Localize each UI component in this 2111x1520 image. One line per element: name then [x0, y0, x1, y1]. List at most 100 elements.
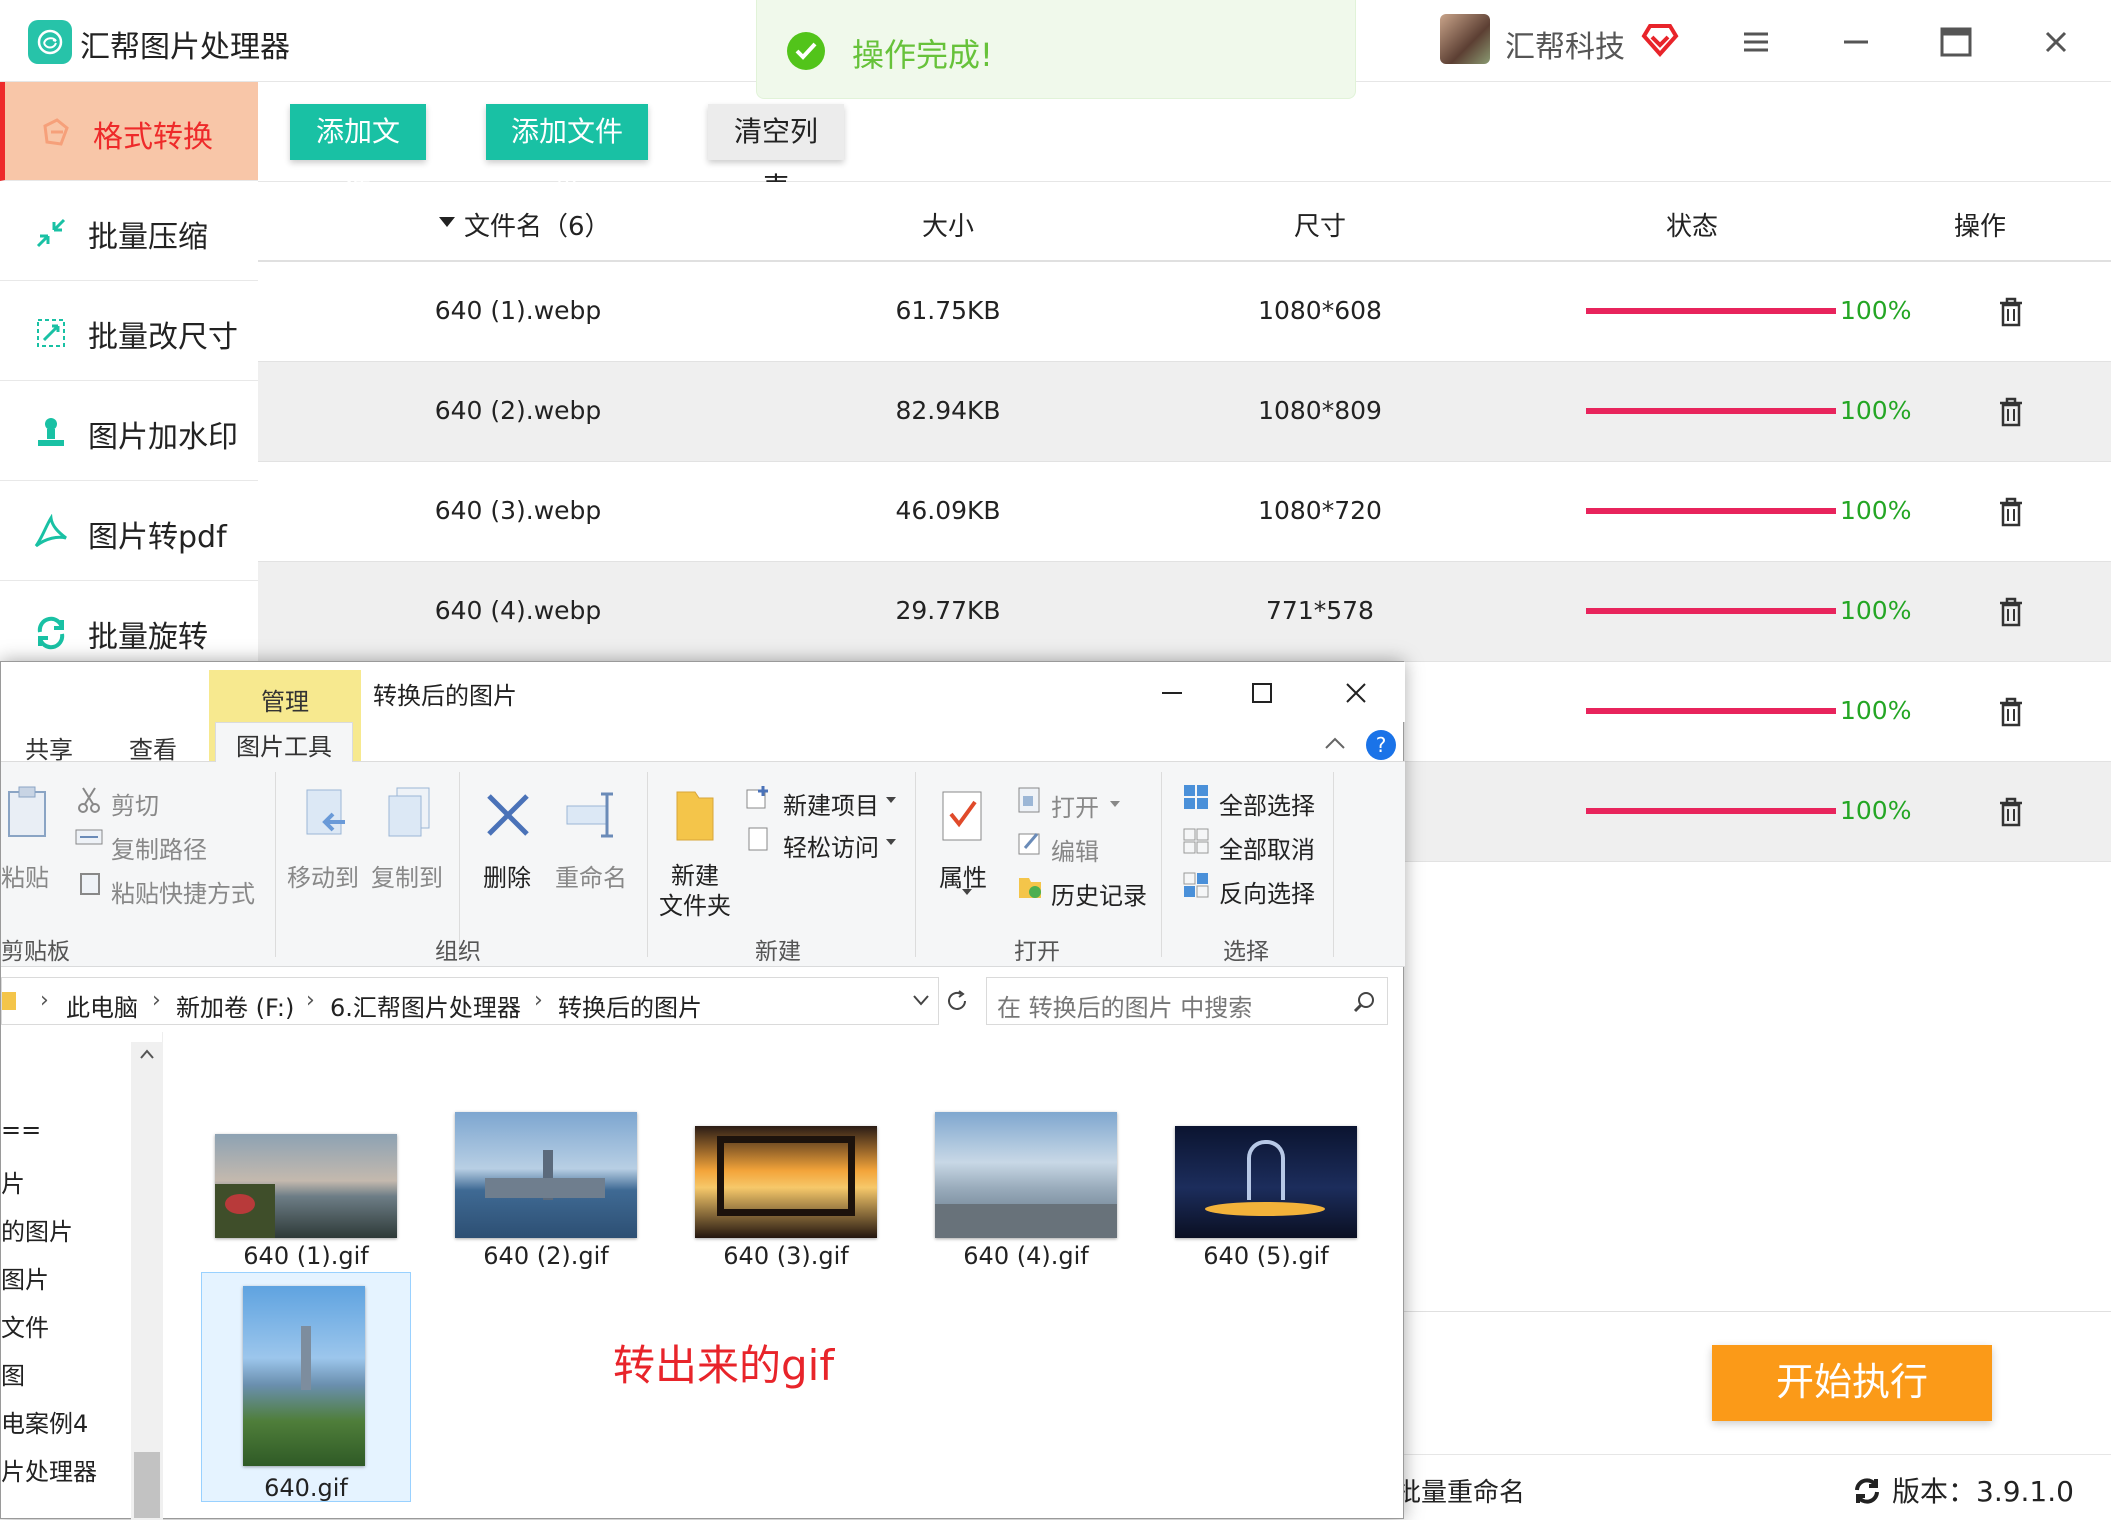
- table-row[interactable]: 640 (3).webp 46.09KB 1080*720 100%: [258, 462, 2111, 562]
- delete-icon[interactable]: [483, 790, 533, 840]
- table-row[interactable]: 640 (2).webp 82.94KB 1080*809 100%: [258, 362, 2111, 462]
- paste-shortcut-label[interactable]: 粘贴快捷方式: [111, 874, 255, 909]
- sidebar-item-format-convert[interactable]: 格式转换: [0, 82, 258, 181]
- sort-desc-icon[interactable]: [438, 216, 456, 228]
- file-thumbnail[interactable]: [695, 1126, 877, 1238]
- dropdown-icon[interactable]: [961, 888, 973, 896]
- new-item-icon[interactable]: [745, 784, 771, 810]
- breadcrumb-app-folder[interactable]: 6.汇帮图片处理器: [330, 988, 521, 1023]
- file-name[interactable]: 640 (3).gif: [686, 1242, 886, 1270]
- new-item-label[interactable]: 新建项目: [783, 786, 879, 821]
- column-header-name[interactable]: 文件名（6）: [464, 206, 611, 243]
- cut-label[interactable]: 剪切: [111, 786, 159, 821]
- easy-access-icon[interactable]: [747, 826, 771, 852]
- refresh-icon[interactable]: [1852, 1476, 1882, 1506]
- nav-item[interactable]: 电案例4: [1, 1404, 88, 1439]
- new-folder-label-2[interactable]: 文件夹: [659, 886, 731, 921]
- select-all-icon[interactable]: [1183, 784, 1209, 810]
- copy-to-label[interactable]: 复制到: [371, 858, 443, 893]
- explorer-maximize-icon[interactable]: [1247, 678, 1277, 708]
- sidebar-item-resize[interactable]: 批量改尺寸: [0, 282, 258, 381]
- delete-row-icon[interactable]: [1996, 796, 2026, 828]
- delete-row-icon[interactable]: [1996, 596, 2026, 628]
- select-none-icon[interactable]: [1183, 828, 1209, 854]
- file-name[interactable]: 640 (5).gif: [1166, 1242, 1366, 1270]
- address-dropdown-icon[interactable]: [912, 994, 930, 1006]
- file-thumbnail[interactable]: [935, 1112, 1117, 1238]
- nav-item[interactable]: 片处理器: [1, 1452, 97, 1487]
- nav-item[interactable]: 文件: [1, 1308, 49, 1343]
- invert-selection-icon[interactable]: [1183, 872, 1209, 898]
- breadcrumb-drive[interactable]: 新加卷 (F:): [176, 988, 294, 1023]
- history-icon[interactable]: [1017, 874, 1043, 900]
- nav-item[interactable]: 图: [1, 1356, 25, 1391]
- file-thumbnail[interactable]: [1175, 1126, 1357, 1238]
- ribbon-collapse-icon[interactable]: [1323, 734, 1347, 754]
- edit-icon[interactable]: [1017, 830, 1043, 856]
- copy-path-icon[interactable]: [75, 828, 103, 846]
- open-label[interactable]: 打开: [1051, 788, 1099, 823]
- explorer-minimize-icon[interactable]: [1157, 678, 1187, 708]
- search-input[interactable]: 在 转换后的图片 中搜索: [986, 977, 1388, 1025]
- breadcrumb-current[interactable]: 转换后的图片: [558, 988, 702, 1023]
- table-row[interactable]: 640 (1).webp 61.75KB 1080*608 100%: [258, 262, 2111, 362]
- minimize-icon[interactable]: [1834, 20, 1878, 64]
- delete-row-icon[interactable]: [1996, 296, 2026, 328]
- tab-view[interactable]: 查看: [129, 730, 177, 765]
- delete-row-icon[interactable]: [1996, 496, 2026, 528]
- sidebar-item-pdf[interactable]: 图片转pdf: [0, 482, 258, 581]
- start-button[interactable]: 开始执行: [1712, 1345, 1992, 1421]
- table-row[interactable]: 640 (4).webp 29.77KB 771*578 100%: [258, 562, 2111, 662]
- history-label[interactable]: 历史记录: [1051, 876, 1147, 911]
- nav-item[interactable]: ==: [1, 1116, 41, 1144]
- sidebar-item-watermark[interactable]: 图片加水印: [0, 382, 258, 481]
- file-name[interactable]: 640 (4).gif: [926, 1242, 1126, 1270]
- paste-label[interactable]: 粘贴: [1, 858, 49, 893]
- file-name[interactable]: 640 (2).gif: [446, 1242, 646, 1270]
- delete-row-icon[interactable]: [1996, 396, 2026, 428]
- paste-shortcut-icon[interactable]: [79, 870, 101, 896]
- add-folder-button[interactable]: 添加文件夹: [486, 104, 648, 203]
- move-to-icon[interactable]: [301, 786, 355, 842]
- menu-icon[interactable]: [1734, 20, 1778, 64]
- nav-scroll-thumb[interactable]: [134, 1452, 160, 1518]
- copy-path-label[interactable]: 复制路径: [111, 830, 207, 865]
- scroll-up-icon[interactable]: [139, 1048, 155, 1060]
- edit-label[interactable]: 编辑: [1051, 832, 1099, 867]
- rename-icon[interactable]: [561, 790, 621, 840]
- address-bar[interactable]: › 此电脑 › 新加卷 (F:) › 6.汇帮图片处理器 › 转换后的图片: [1, 977, 939, 1025]
- clear-list-button[interactable]: 清空列表: [708, 104, 844, 203]
- file-name[interactable]: 640.gif: [206, 1474, 406, 1502]
- user-name[interactable]: 汇帮科技: [1505, 22, 1625, 66]
- new-folder-icon[interactable]: [673, 786, 717, 846]
- invert-selection-label[interactable]: 反向选择: [1219, 874, 1315, 909]
- user-avatar[interactable]: [1440, 14, 1490, 64]
- select-all-label[interactable]: 全部选择: [1219, 786, 1315, 821]
- properties-icon[interactable]: [941, 788, 985, 844]
- explorer-close-icon[interactable]: [1341, 678, 1371, 708]
- file-thumbnail[interactable]: [455, 1112, 637, 1238]
- vip-diamond-icon[interactable]: [1640, 20, 1680, 60]
- dropdown-icon[interactable]: [1109, 800, 1121, 808]
- nav-item[interactable]: 片: [1, 1164, 25, 1199]
- move-to-label[interactable]: 移动到: [287, 858, 359, 893]
- copy-to-icon[interactable]: [385, 786, 439, 842]
- nav-item[interactable]: 的图片: [1, 1212, 73, 1247]
- add-file-button[interactable]: 添加文件: [290, 104, 426, 203]
- breadcrumb-this-pc[interactable]: 此电脑: [66, 988, 138, 1023]
- sidebar-item-compress[interactable]: 批量压缩: [0, 182, 258, 281]
- close-icon[interactable]: [2034, 20, 2078, 64]
- dropdown-icon[interactable]: [885, 796, 897, 804]
- delete-row-icon[interactable]: [1996, 696, 2026, 728]
- open-icon[interactable]: [1017, 786, 1043, 814]
- file-thumbnail[interactable]: [243, 1286, 365, 1466]
- paste-icon[interactable]: [5, 784, 49, 838]
- cut-icon[interactable]: [77, 786, 101, 814]
- dropdown-icon[interactable]: [885, 838, 897, 846]
- file-thumbnail[interactable]: [215, 1134, 397, 1238]
- search-icon[interactable]: [1353, 990, 1377, 1014]
- file-name[interactable]: 640 (1).gif: [206, 1242, 406, 1270]
- easy-access-label[interactable]: 轻松访问: [783, 828, 879, 863]
- batch-rename-link[interactable]: 批量重命名: [1395, 1472, 1525, 1509]
- help-icon[interactable]: ?: [1366, 730, 1396, 760]
